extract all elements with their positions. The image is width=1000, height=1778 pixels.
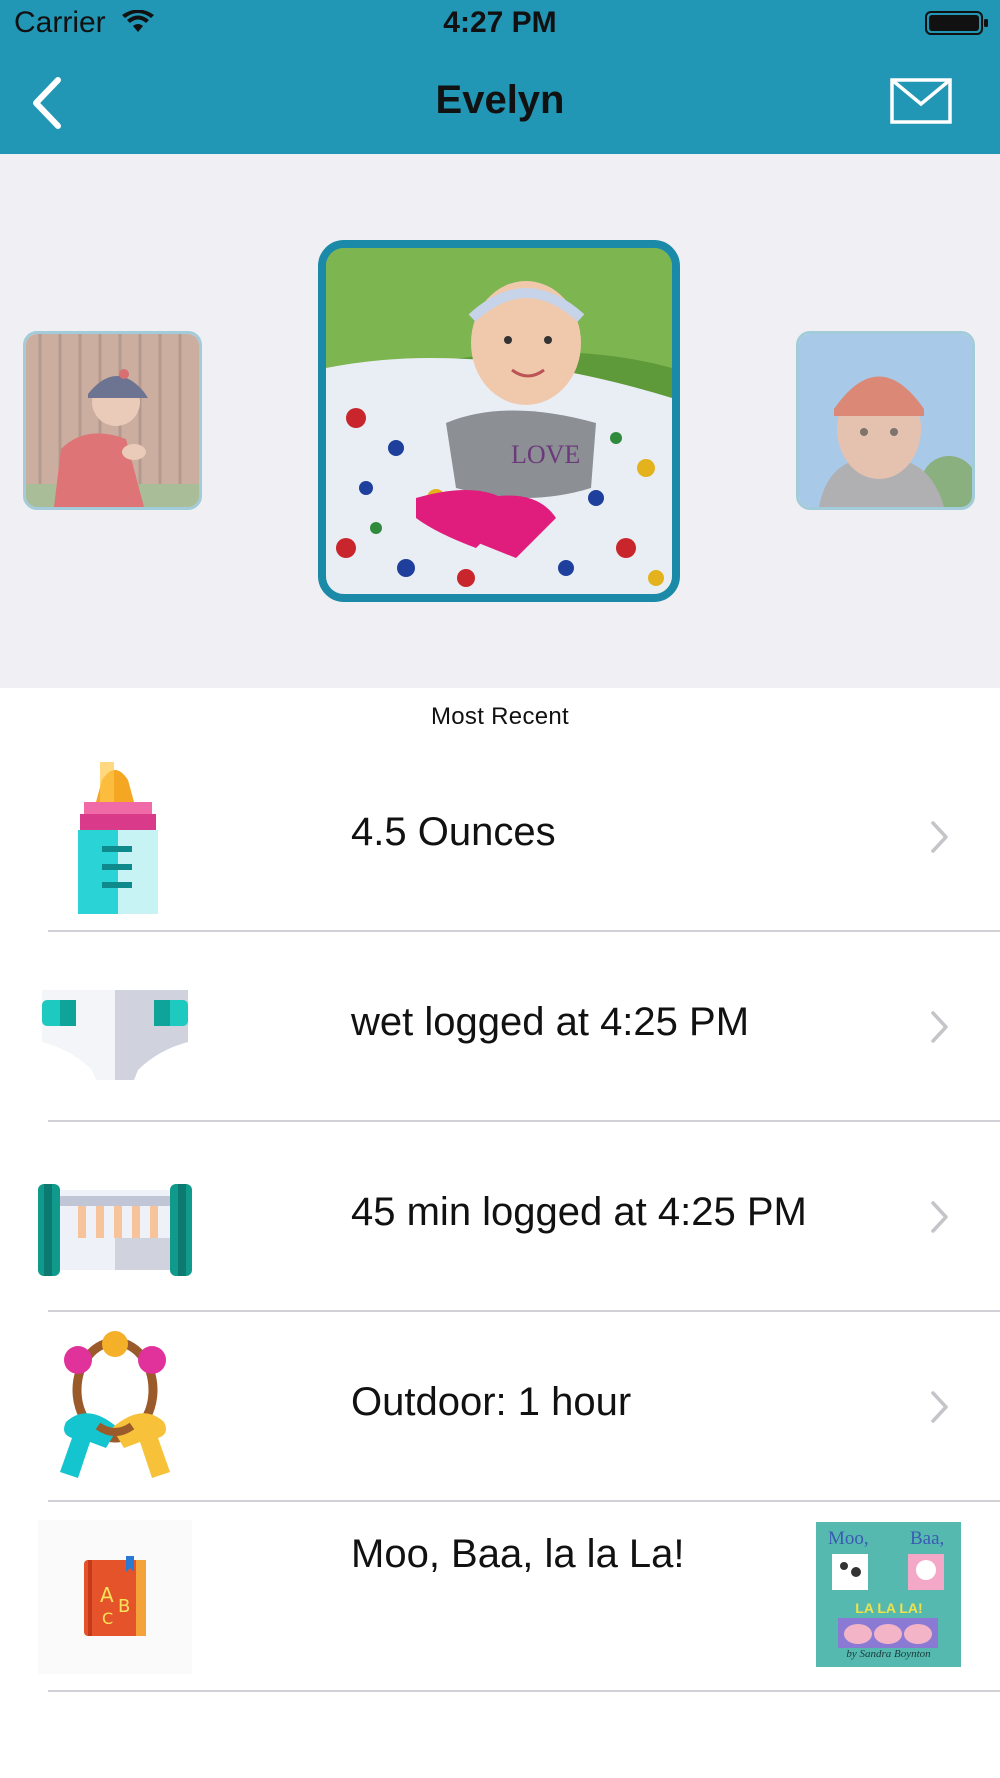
- carousel-photo-selected[interactable]: LOVE: [318, 240, 680, 602]
- list-item-sleep[interactable]: 45 min logged at 4:25 PM: [0, 1122, 1000, 1312]
- chevron-right-icon: [931, 1201, 948, 1233]
- child-photo-carousel[interactable]: LOVE: [0, 154, 1000, 688]
- rattle-toy-icon: [60, 1331, 170, 1478]
- row-divider: [48, 1690, 1000, 1692]
- book-cover-banner: LA LA LA!: [855, 1600, 923, 1616]
- list-item-feeding[interactable]: 4.5 Ounces: [0, 742, 1000, 932]
- list-item-label: 4.5 Ounces: [351, 810, 556, 854]
- svg-text:B: B: [118, 1596, 130, 1617]
- child-photo-image: [26, 334, 199, 507]
- carousel-photo-right[interactable]: [796, 331, 975, 510]
- pigs-illustration: [838, 1618, 938, 1648]
- envelope-icon: [890, 78, 952, 124]
- list-item-reading[interactable]: A B C Moo, Baa, la la La! Moo, Baa, LA L…: [0, 1502, 1000, 1692]
- top-bar: Carrier 4:27 PM Evelyn: [0, 0, 1000, 154]
- book-cover-author: by Sandra Boynton: [846, 1648, 931, 1660]
- baby-bottle-icon: [78, 762, 158, 914]
- carousel-photo-left[interactable]: [23, 331, 202, 510]
- book-cover-title-right: Baa,: [910, 1528, 945, 1549]
- page-title: Evelyn: [435, 78, 565, 122]
- list-item-label: Moo, Baa, la la La!: [351, 1532, 685, 1576]
- battery-icon: [925, 10, 989, 41]
- list-item-label: Outdoor: 1 hour: [351, 1380, 632, 1424]
- status-time: 4:27 PM: [443, 6, 557, 39]
- list-item-activity[interactable]: Outdoor: 1 hour: [0, 1312, 1000, 1502]
- chevron-right-icon: [931, 1391, 948, 1423]
- child-photo-image: [799, 334, 972, 507]
- list-item-label: wet logged at 4:25 PM: [351, 1000, 750, 1044]
- chevron-right-icon: [931, 821, 948, 853]
- crib-icon: [38, 1184, 192, 1276]
- cow-and-sheep-illustration: [832, 1554, 944, 1590]
- section-label-most-recent: Most Recent: [430, 703, 570, 730]
- book-icon: A B C: [38, 1520, 192, 1674]
- child-photo-image: LOVE: [326, 248, 672, 594]
- chevron-right-icon: [931, 1011, 948, 1043]
- svg-text:LOVE: LOVE: [511, 440, 580, 469]
- mail-button[interactable]: [890, 78, 952, 129]
- svg-text:C: C: [102, 1609, 113, 1628]
- diaper-icon: [42, 990, 188, 1080]
- list-item-diaper[interactable]: wet logged at 4:25 PM: [0, 932, 1000, 1122]
- book-cover-title-left: Moo,: [828, 1528, 869, 1549]
- book-cover-image: Moo, Baa, LA LA LA! by Sandra Boynton: [816, 1522, 961, 1667]
- svg-text:A: A: [100, 1583, 114, 1607]
- list-item-label: 45 min logged at 4:25 PM: [351, 1190, 807, 1234]
